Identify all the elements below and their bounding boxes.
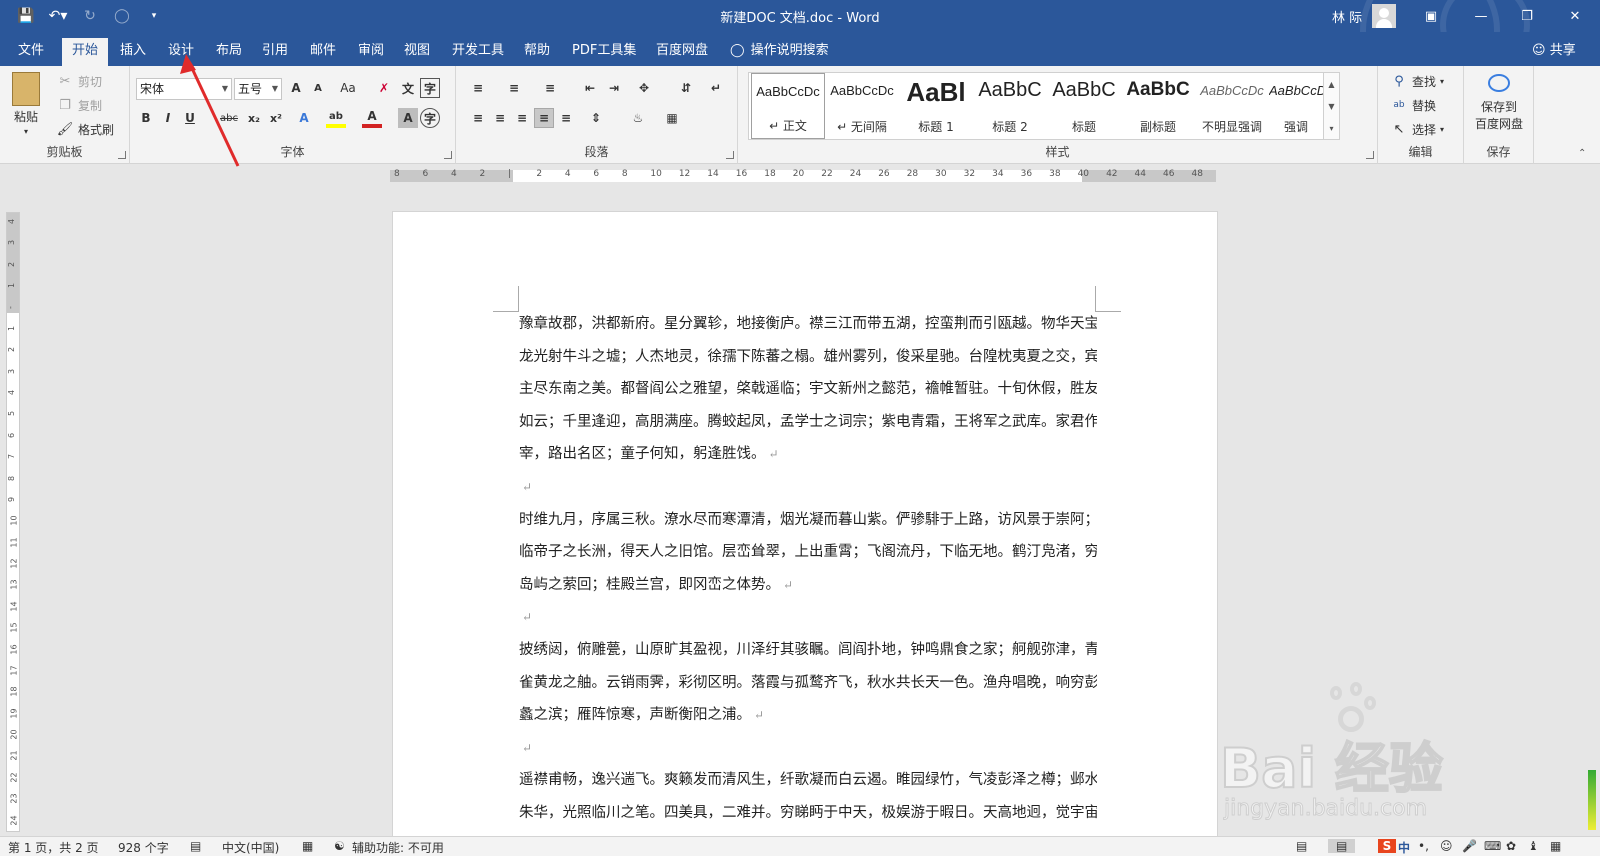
baidu-watermark: Bai 经验 jingyan.baidu.com: [1219, 680, 1520, 830]
watermark-logo-text: Bai 经验: [1219, 736, 1444, 801]
watermark-url: jingyan.baidu.com: [1223, 796, 1428, 822]
arrow-shaft: [188, 63, 240, 167]
